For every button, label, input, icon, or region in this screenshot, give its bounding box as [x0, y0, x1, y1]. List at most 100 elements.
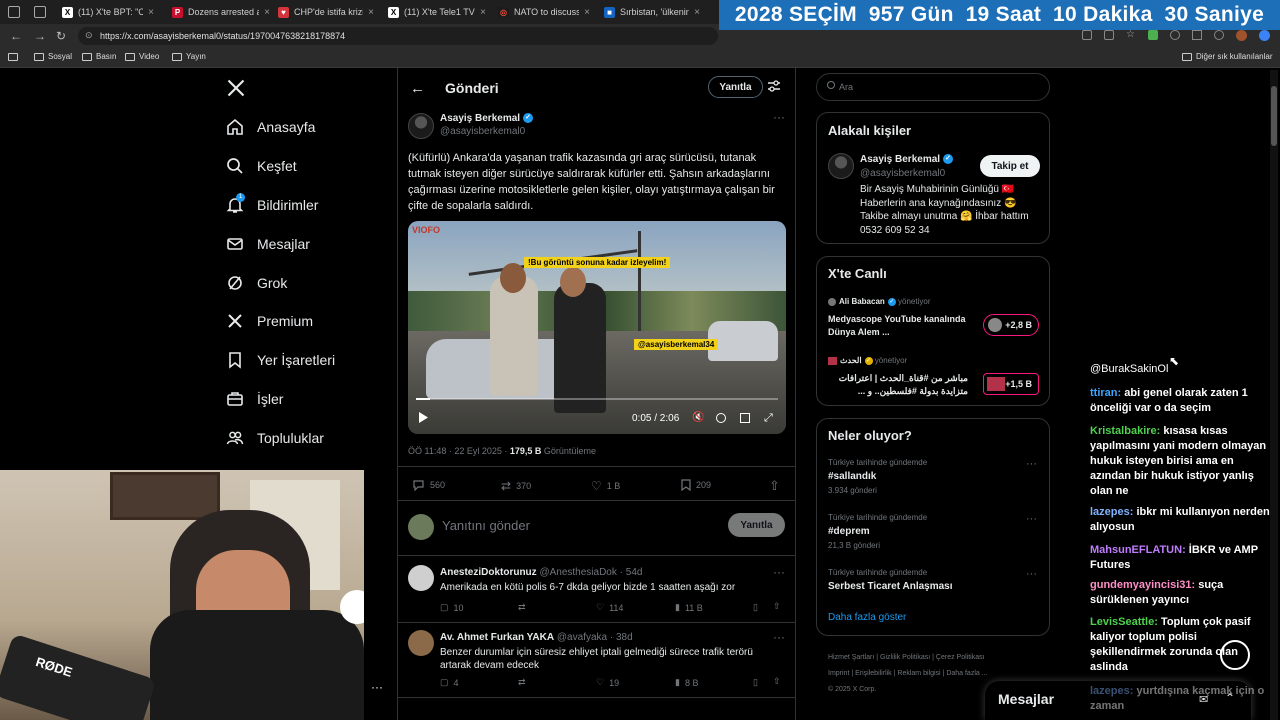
scrollbar-thumb[interactable] [1271, 86, 1277, 146]
footer-link[interactable]: Çerez Politikası [936, 654, 985, 661]
back-icon[interactable]: ← [10, 29, 22, 43]
back-arrow-icon[interactable]: ← [410, 80, 425, 97]
pip-icon[interactable] [740, 413, 750, 423]
forward-icon[interactable]: → [34, 29, 46, 43]
extension-green-icon[interactable] [1148, 30, 1158, 40]
footer-link[interactable]: Hizmet Şartları [828, 654, 874, 661]
search-box[interactable]: Ara [816, 73, 1050, 101]
author-name-row[interactable]: Asayiş Berkemal ✓ [440, 113, 534, 124]
tab-close-icon[interactable]: × [694, 7, 700, 18]
other-bookmarks[interactable]: Diğer sık kullanılanlar [1182, 52, 1272, 61]
reply-action[interactable]: 560 [412, 479, 445, 491]
fullscreen-icon[interactable]: ⤢ [764, 412, 773, 425]
post-more-icon[interactable]: ··· [773, 110, 785, 124]
header-reply-button[interactable]: Yanıtla [708, 76, 763, 98]
play-icon[interactable] [418, 412, 428, 423]
more-options-icon[interactable]: ··· [371, 680, 383, 694]
repost-action[interactable]: ⇄ 370 [501, 479, 531, 493]
copilot-icon[interactable] [1259, 30, 1270, 41]
bookmark-folder-basin[interactable]: Basın [82, 52, 116, 61]
browser-tab[interactable]: ◎ NATO to discuss R × [492, 0, 596, 24]
reply-more-icon[interactable]: ··· [773, 565, 785, 579]
reply-repost-action[interactable]: ⇄ [518, 602, 526, 613]
reply-views[interactable]: ▮ 8 B [675, 677, 698, 688]
shield-icon[interactable] [1214, 30, 1224, 40]
nav-item-9[interactable]: Topluluklar [226, 427, 324, 449]
reply-bookmark-icon[interactable]: ▯ [753, 677, 758, 688]
read-aloud-icon[interactable] [1104, 30, 1114, 40]
browser-tab[interactable]: P Dozens arrested ar × [166, 0, 276, 24]
nav-item-7[interactable]: Yer İşaretleri [226, 349, 335, 371]
like-action[interactable]: ♡ 1 B [591, 479, 620, 493]
share-icon[interactable]: ⇧ [769, 478, 780, 494]
reply-views[interactable]: ▮ 11 B [675, 602, 703, 613]
footer-link[interactable]: Gizlilik Politikası [880, 654, 930, 661]
reply-name[interactable]: AnesteziDoktorunuz [440, 567, 537, 578]
related-handle[interactable]: @asayisberkemal0 [860, 168, 945, 179]
author-name[interactable]: Asayiş Berkemal [440, 113, 520, 124]
nav-item-2[interactable]: Keşfet [226, 155, 297, 177]
reload-icon[interactable]: ↻ [56, 29, 66, 43]
video-progress-track[interactable] [416, 398, 778, 400]
reply-like-action[interactable]: ♡ 114 [596, 602, 623, 613]
bookmark-folder-video[interactable]: Video [125, 52, 159, 61]
reply-reply-action[interactable]: ▢ 10 [440, 602, 464, 613]
tab-close-icon[interactable]: × [480, 7, 486, 18]
show-more-link[interactable]: Daha fazla göster [828, 612, 906, 623]
browser-tab[interactable]: ♥ CHP'de istifa krizi: × [272, 0, 380, 24]
reply-input[interactable]: Yanıtını gönder [442, 518, 530, 533]
footer-link[interactable]: Daha fazla ... [946, 670, 987, 677]
mute-icon[interactable]: 🔇 [692, 412, 704, 423]
related-name[interactable]: Asayiş Berkemal [860, 154, 940, 165]
nav-item-6[interactable]: Premium [226, 310, 313, 332]
x-logo[interactable] [226, 78, 246, 98]
footer-link[interactable]: Imprint [828, 670, 849, 677]
nav-item-8[interactable]: İşler [226, 388, 283, 410]
reply-avatar[interactable] [408, 630, 434, 656]
related-name-row[interactable]: Asayiş Berkemal ✓ [860, 154, 954, 165]
trend-more-icon[interactable]: ··· [1026, 458, 1037, 470]
reply-bookmark-icon[interactable]: ▯ [753, 602, 758, 613]
tab-close-icon[interactable]: × [264, 7, 270, 18]
reply-like-action[interactable]: ♡ 19 [596, 677, 619, 688]
reply-more-icon[interactable]: ··· [773, 630, 785, 644]
reply-avatar[interactable] [408, 565, 434, 591]
reply-name[interactable]: Av. Ahmet Furkan YAKA [440, 632, 554, 643]
reply-handle[interactable]: @AnesthesiaDok · 54d [539, 567, 642, 578]
author-avatar[interactable] [408, 113, 434, 139]
bookmark-folder-yayin[interactable]: Yayın [172, 52, 206, 61]
nav-item-4[interactable]: Mesajlar [226, 233, 310, 255]
reply-reply-action[interactable]: ▢ 4 [440, 677, 459, 688]
nav-item-1[interactable]: Anasayfa [226, 116, 315, 138]
video-player[interactable]: VIOFO !Bu görüntü sonuna kadar izleyelim… [408, 221, 786, 434]
reply-repost-action[interactable]: ⇄ [518, 677, 526, 688]
tab-actions-icon[interactable] [34, 6, 46, 18]
nav-item-3[interactable]: 1 Bildirimler [226, 193, 318, 216]
follow-button[interactable]: Takip et [980, 155, 1040, 177]
bookmark-action[interactable]: 209 [681, 479, 711, 491]
footer-link[interactable]: Reklam bilgisi [897, 670, 940, 677]
trend-more-icon[interactable]: ··· [1026, 568, 1037, 580]
settings-sliders-icon[interactable] [767, 79, 781, 93]
reply-handle[interactable]: @avafyaka · 38d [557, 632, 633, 643]
browser-tab[interactable]: X (11) X'te Tele1 TV: × [382, 0, 492, 24]
bookmark-folder-sosyal[interactable]: Sosyal [34, 52, 72, 61]
site-info-icon[interactable]: ⊙ [85, 30, 93, 41]
favorite-star-icon[interactable]: ☆ [1126, 30, 1136, 40]
browser-tab[interactable]: ■ Sırbistan, 'ülkenin × [598, 0, 706, 24]
split-screen-icon[interactable] [1192, 30, 1202, 40]
browser-tab[interactable]: X (11) X'te BPT: "Can × [56, 0, 160, 24]
extension-icon[interactable] [1082, 30, 1092, 40]
trend-more-icon[interactable]: ··· [1026, 513, 1037, 525]
refresh-extension-icon[interactable] [1170, 30, 1180, 40]
url-field[interactable]: ⊙ https://x.com/asayisberkemal0/status/1… [78, 27, 718, 45]
footer-link[interactable]: Erişilebilirlik [855, 670, 892, 677]
reply-share-icon[interactable]: ⇧ [773, 601, 781, 612]
tab-close-icon[interactable]: × [584, 7, 590, 18]
author-handle[interactable]: @asayisberkemal0 [440, 126, 525, 137]
reply-share-icon[interactable]: ⇧ [773, 676, 781, 687]
related-avatar[interactable] [828, 153, 854, 179]
reply-submit-button[interactable]: Yanıtla [728, 513, 785, 537]
tab-close-icon[interactable]: × [368, 7, 374, 18]
search-input[interactable]: Ara [839, 82, 853, 92]
